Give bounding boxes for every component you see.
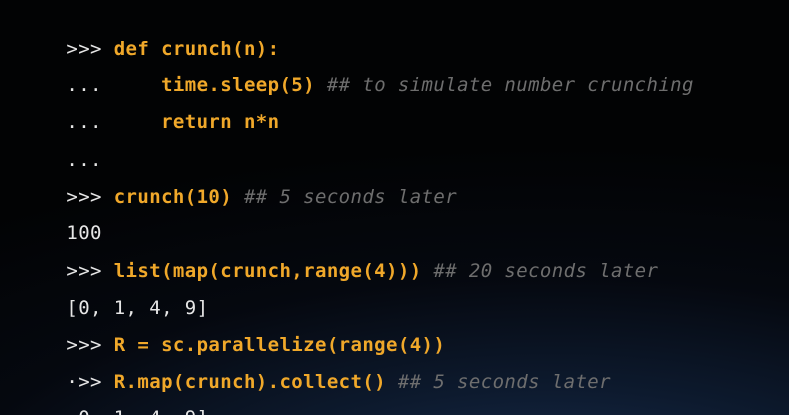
- code-comment: ## 5 seconds later: [386, 371, 611, 393]
- python-console: >>> def crunch(n): ... time.sleep(5) ## …: [0, 0, 789, 415]
- console-line-1: >>> def crunch(n):: [19, 4, 279, 60]
- code-text: crunch(10): [113, 186, 233, 208]
- console-line-3: ... return n*n: [19, 77, 279, 133]
- console-line-4: ...: [19, 115, 102, 171]
- code-comment: ## to simulate number crunching: [315, 74, 694, 96]
- console-line-9: >>> R = sc.parallelize(range(4)): [19, 300, 445, 356]
- console-line-6: 100: [19, 188, 102, 244]
- code-comment: ## 5 seconds later: [232, 186, 458, 208]
- console-line-10: ·>> R.map(crunch).collect() ## 5 seconds…: [19, 337, 611, 393]
- console-line-7: >>> list(map(crunch,range(4))) ## 20 sec…: [19, 226, 658, 282]
- console-line-2: ... time.sleep(5) ## to simulate number …: [19, 40, 694, 96]
- output-text: 0, 1, 4, 9]: [66, 407, 208, 415]
- console-line-8: [0, 1, 4, 9]: [19, 263, 208, 319]
- console-line-5: >>> crunch(10) ## 5 seconds later: [19, 152, 457, 208]
- console-line-11: 0, 1, 4, 9]: [19, 373, 208, 415]
- code-comment: ## 20 seconds later: [421, 260, 659, 282]
- code-text: return n*n: [161, 111, 280, 133]
